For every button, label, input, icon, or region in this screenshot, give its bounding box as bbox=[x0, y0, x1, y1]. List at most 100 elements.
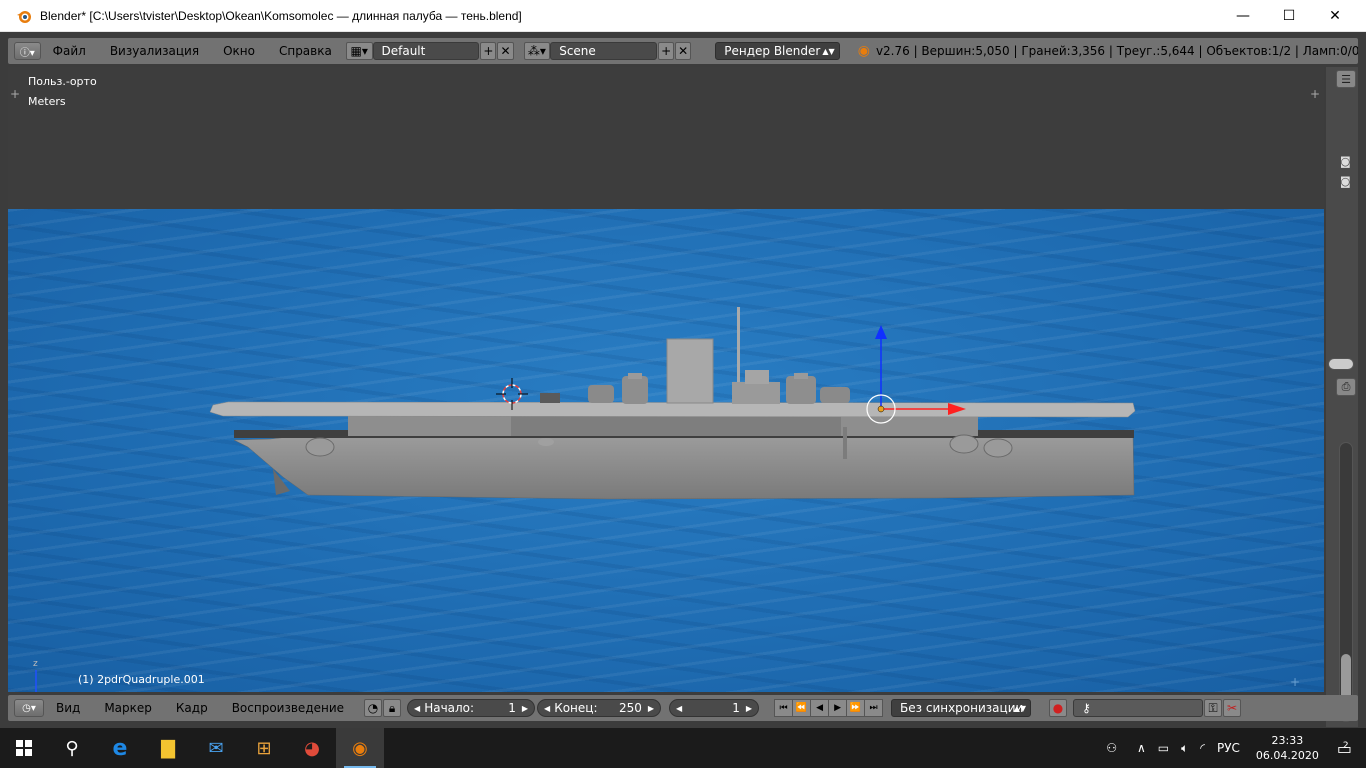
chrome-taskbar-button[interactable]: ◕ bbox=[288, 728, 336, 768]
search-icon: ⚲ bbox=[65, 737, 79, 759]
insert-keyframe-button[interactable]: ⚿ bbox=[1204, 699, 1223, 717]
timeline-menu-frame[interactable]: Кадр bbox=[164, 695, 220, 721]
start-frame-label: Начало: bbox=[424, 701, 475, 715]
next-keyframe-icon: ⏩ bbox=[849, 703, 862, 713]
menu-help[interactable]: Справка bbox=[267, 38, 344, 64]
menu-render[interactable]: Визуализация bbox=[98, 38, 211, 64]
close-button[interactable]: ✕ bbox=[1312, 0, 1358, 32]
menu-window[interactable]: Окно bbox=[211, 38, 267, 64]
properties-icon: ⎙ bbox=[1341, 380, 1351, 393]
delete-layout-button[interactable]: ✕ bbox=[497, 42, 514, 60]
right-arrow-icon: ▶ bbox=[521, 703, 529, 713]
clock-icon: ◷▾ bbox=[22, 702, 36, 714]
render-icon[interactable]: ◙ bbox=[1340, 175, 1351, 188]
people-icon[interactable]: ⚇ bbox=[1100, 741, 1123, 755]
jump-end-icon: ⏭ bbox=[869, 703, 878, 713]
start-button[interactable] bbox=[0, 728, 48, 768]
prev-keyframe-icon: ⏪ bbox=[795, 703, 808, 713]
start-frame-field[interactable]: ◀ Начало: 1 ▶ bbox=[407, 699, 536, 717]
screen-layout-field[interactable]: Default bbox=[372, 42, 480, 60]
clock[interactable]: 23:33 06.04.2020 bbox=[1246, 733, 1329, 763]
explorer-taskbar-button[interactable]: ▇ bbox=[144, 728, 192, 768]
transform-gizmo bbox=[866, 325, 966, 424]
play-button[interactable]: ▶ bbox=[828, 699, 848, 717]
blender-logo-icon bbox=[17, 10, 31, 23]
close-icon: ✕ bbox=[678, 44, 689, 58]
delete-scene-button[interactable]: ✕ bbox=[675, 42, 692, 60]
ship-mast bbox=[737, 307, 740, 387]
axis-z-label: z bbox=[33, 659, 38, 669]
battery-icon[interactable]: ▭ bbox=[1152, 741, 1175, 755]
key-icon: ⚿ bbox=[1208, 700, 1218, 715]
ship-model[interactable] bbox=[8, 67, 1324, 692]
prev-keyframe-button[interactable]: ⏪ bbox=[792, 699, 812, 717]
ship-deck bbox=[209, 401, 1136, 418]
notification-count: 2 bbox=[1342, 740, 1349, 751]
edge-taskbar-button[interactable]: e bbox=[96, 728, 144, 768]
plus-icon: + bbox=[661, 44, 672, 58]
screen-layout-button[interactable]: ▦▾ bbox=[345, 42, 373, 60]
volume-icon[interactable]: 🔈︎ bbox=[1175, 741, 1194, 756]
windows-logo-icon bbox=[16, 740, 32, 756]
timeline-menu-marker[interactable]: Маркер bbox=[92, 695, 164, 721]
chrome-icon: ◕ bbox=[304, 737, 320, 759]
axis-widget bbox=[35, 670, 37, 692]
store-taskbar-button[interactable]: ⊞ bbox=[240, 728, 288, 768]
editor-type-button[interactable]: ⓘ▾ bbox=[14, 42, 41, 60]
play-reverse-button[interactable]: ◀ bbox=[810, 699, 830, 717]
play-icon: ▶ bbox=[834, 703, 841, 713]
show-hidden-icons-icon[interactable]: ∧ bbox=[1123, 741, 1152, 755]
3d-viewport[interactable]: Польз.-орто Meters + + + z (1) 2pdrQuadr… bbox=[8, 67, 1324, 692]
info-icon: ⓘ▾ bbox=[19, 47, 35, 59]
timeline-menu-playback[interactable]: Воспроизведение bbox=[220, 695, 356, 721]
menu-file[interactable]: Файл bbox=[41, 38, 98, 64]
preview-range-button[interactable]: ◔ bbox=[364, 699, 383, 717]
record-button[interactable]: ● bbox=[1049, 699, 1068, 717]
action-center-button[interactable]: ▭ 2 bbox=[1329, 739, 1366, 758]
updown-arrow-icon: ▲▼ bbox=[822, 46, 835, 56]
jump-start-button[interactable]: ⏮ bbox=[774, 699, 794, 717]
end-frame-field[interactable]: ◀ Конец: 250 ▶ bbox=[537, 699, 662, 717]
blender-window: ⓘ▾ Файл Визуализация Окно Справка ▦▾ Def… bbox=[0, 32, 1366, 728]
add-scene-button[interactable]: + bbox=[658, 42, 675, 60]
scene-stats: v2.76 | Вершин:5,050 | Граней:3,356 | Тр… bbox=[875, 44, 1359, 58]
next-keyframe-button[interactable]: ⏩ bbox=[846, 699, 866, 717]
mail-taskbar-button[interactable]: ✉ bbox=[192, 728, 240, 768]
properties-toggle-button[interactable]: ⎙ bbox=[1336, 378, 1356, 396]
blender-taskbar-button[interactable]: ◉ bbox=[336, 728, 384, 768]
ship-superstructure-mid bbox=[511, 414, 841, 436]
current-frame-field[interactable]: ◀ 1 ▶ bbox=[669, 699, 760, 717]
region-split-handle[interactable] bbox=[1328, 358, 1354, 370]
render-engine-select[interactable]: Рендер Blender ▲▼ bbox=[715, 42, 840, 60]
add-layout-button[interactable]: + bbox=[480, 42, 497, 60]
timeline-editor-type-button[interactable]: ◷▾ bbox=[14, 699, 44, 717]
outliner-toggle-button[interactable]: ☰ bbox=[1336, 70, 1356, 88]
jump-start-icon: ⏮ bbox=[779, 703, 788, 713]
system-tray: ⚇ ∧ ▭ 🔈︎ ◜ РУС 23:33 06.04.2020 ▭ 2 bbox=[1100, 728, 1366, 768]
lock-range-button[interactable]: 🔒︎ bbox=[383, 699, 402, 717]
input-language[interactable]: РУС bbox=[1211, 741, 1246, 755]
scene-field[interactable]: Scene bbox=[550, 42, 658, 60]
ship-turret-small-2 bbox=[820, 387, 850, 403]
maximize-button[interactable]: ☐ bbox=[1266, 0, 1312, 32]
sync-mode-select[interactable]: Без синхронизации ▲▼ bbox=[891, 699, 1032, 717]
store-icon: ⊞ bbox=[256, 737, 272, 759]
delete-keyframe-button[interactable]: ✂ bbox=[1223, 699, 1242, 717]
timeline-menu-view[interactable]: Вид bbox=[44, 695, 92, 721]
camera-icon[interactable]: ◙ bbox=[1340, 155, 1351, 168]
ship-turret-small-1 bbox=[588, 385, 614, 403]
scene-button[interactable]: ⁂▾ bbox=[523, 42, 551, 60]
keying-set-field[interactable]: ⚷ bbox=[1073, 699, 1204, 717]
search-button[interactable]: ⚲ bbox=[48, 728, 96, 768]
preview-range-icon: ◔ bbox=[367, 701, 379, 715]
edge-icon: e bbox=[112, 735, 128, 761]
layout-grid-icon: ▦▾ bbox=[350, 44, 368, 58]
jump-end-button[interactable]: ⏭ bbox=[864, 699, 884, 717]
play-reverse-icon: ◀ bbox=[816, 703, 823, 713]
right-arrow-icon: ▶ bbox=[647, 703, 655, 713]
end-frame-label: Конец: bbox=[554, 701, 598, 715]
windows-taskbar: ⚲ e ▇ ✉ ⊞ ◕ ◉ ⚇ ∧ ▭ 🔈︎ ◜ РУС 23:33 06.04… bbox=[0, 728, 1366, 768]
minimize-button[interactable]: — bbox=[1220, 0, 1266, 32]
ship-bridge-top bbox=[745, 370, 769, 384]
network-icon[interactable]: ◜ bbox=[1194, 741, 1211, 755]
